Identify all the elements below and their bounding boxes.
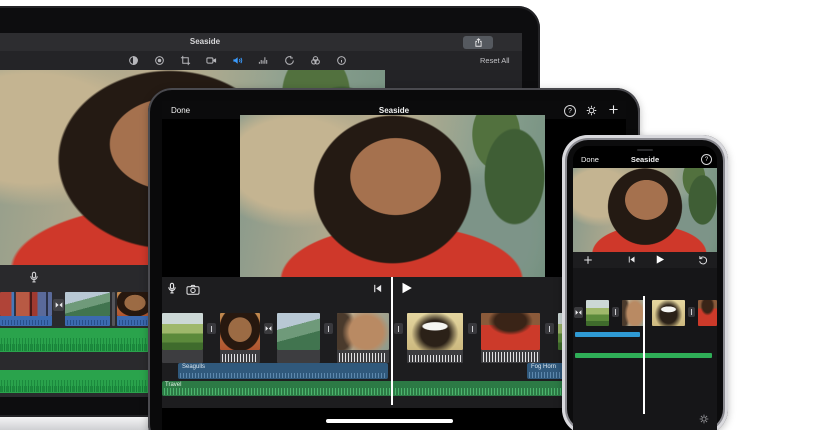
transition-none-button[interactable] (207, 323, 216, 334)
transition-icon (55, 302, 62, 308)
clip-audio-strip (277, 350, 320, 363)
plus-icon (609, 105, 618, 114)
clip-audio-strip (162, 350, 203, 363)
stabilization-icon[interactable] (206, 55, 217, 66)
timeline-clip[interactable] (652, 300, 685, 326)
settings-button[interactable] (586, 105, 597, 116)
speaker-slit (637, 149, 653, 151)
home-indicator[interactable] (326, 419, 453, 423)
plus-icon[interactable] (583, 255, 593, 265)
iphone-project-title: Seaside (630, 155, 660, 164)
timeline-clip[interactable] (407, 313, 463, 350)
gear-icon (586, 105, 597, 116)
speed-icon[interactable] (284, 55, 295, 66)
share-button[interactable] (463, 36, 493, 49)
music-track-travel[interactable]: Travel (162, 381, 602, 396)
skip-to-start-icon[interactable] (372, 283, 383, 294)
transition-button[interactable] (53, 299, 64, 311)
color-correction-icon[interactable] (154, 55, 165, 66)
macbook-titlebar (0, 33, 522, 52)
notch (610, 146, 680, 155)
clip-audio-strip (337, 350, 389, 363)
timeline-clip[interactable] (162, 313, 203, 350)
color-balance-icon[interactable] (128, 55, 139, 66)
transition-none-button[interactable] (612, 307, 619, 317)
clip-audio-strip (65, 316, 110, 326)
skip-to-start-icon[interactable] (627, 255, 636, 264)
clip-filter-icon[interactable] (310, 55, 321, 66)
ipad-preview-photo (240, 115, 545, 277)
transition-none-button[interactable] (394, 323, 403, 334)
marketing-stage: Seaside Reset All Done Seaside ? Seagull… (0, 0, 822, 430)
timeline-clip[interactable] (622, 300, 645, 326)
clip-audio-strip (407, 350, 463, 363)
undo-icon[interactable] (698, 255, 708, 265)
transition-button[interactable] (264, 323, 273, 334)
iphone-preview-photo (573, 168, 717, 252)
transition-none-button[interactable] (324, 323, 333, 334)
timeline-clip[interactable] (698, 300, 717, 326)
timeline-clip[interactable] (220, 313, 260, 350)
reset-all-button[interactable]: Reset All (480, 56, 510, 65)
microphone-icon[interactable] (166, 282, 178, 295)
timeline-clip[interactable] (481, 313, 540, 350)
iphone-controls (573, 252, 717, 268)
clip-audio-strip (0, 316, 52, 326)
iphone-screen: Done Seaside ? (573, 146, 717, 430)
volume-icon[interactable] (232, 55, 243, 66)
microphone-icon[interactable] (28, 271, 40, 284)
playhead[interactable] (391, 277, 393, 405)
done-button[interactable]: Done (581, 155, 599, 164)
clip-audio-strip (481, 350, 540, 363)
help-button[interactable]: ? (564, 105, 576, 117)
play-button-icon[interactable] (399, 281, 413, 295)
crop-icon[interactable] (180, 55, 191, 66)
transition-none-button[interactable] (545, 323, 554, 334)
project-settings-button[interactable] (699, 414, 709, 424)
add-media-button[interactable] (608, 104, 619, 115)
timeline-clip[interactable] (0, 292, 52, 316)
transition-none-button[interactable] (468, 323, 477, 334)
help-button[interactable]: ? (701, 154, 712, 165)
camera-icon[interactable] (186, 284, 200, 295)
clip-trim-handle[interactable] (112, 292, 115, 326)
info-icon[interactable] (336, 55, 347, 66)
timeline-clip[interactable] (65, 292, 110, 316)
timeline-clip[interactable] (337, 313, 389, 350)
transition-icon (575, 310, 582, 315)
clip-audio-strip (220, 350, 260, 363)
iphone-timeline (573, 268, 717, 430)
sfx-track-label: Seagulls (182, 364, 206, 370)
macbook-window-title: Seaside (189, 37, 221, 46)
timeline-clip[interactable] (277, 313, 320, 350)
sfx-track-label: Fog Horn (531, 364, 557, 370)
playhead[interactable] (643, 296, 645, 414)
transition-none-button[interactable] (688, 307, 695, 317)
timeline-clip[interactable] (586, 300, 609, 326)
iphone-device: Done Seaside ? (562, 135, 728, 430)
share-icon (474, 38, 482, 47)
transition-icon (265, 326, 272, 331)
ipad-project-title: Seaside (378, 106, 410, 115)
done-button[interactable]: Done (171, 106, 190, 115)
play-button-icon[interactable] (654, 254, 665, 265)
noise-reduction-icon[interactable] (258, 55, 269, 66)
ipad-screen: Done Seaside ? Seagulls Fog Horn Travel (162, 101, 626, 430)
transition-button[interactable] (574, 307, 583, 318)
sfx-track-seagulls[interactable]: Seagulls (178, 363, 388, 379)
gear-icon (699, 414, 709, 424)
sfx-track-bar[interactable] (575, 332, 640, 337)
